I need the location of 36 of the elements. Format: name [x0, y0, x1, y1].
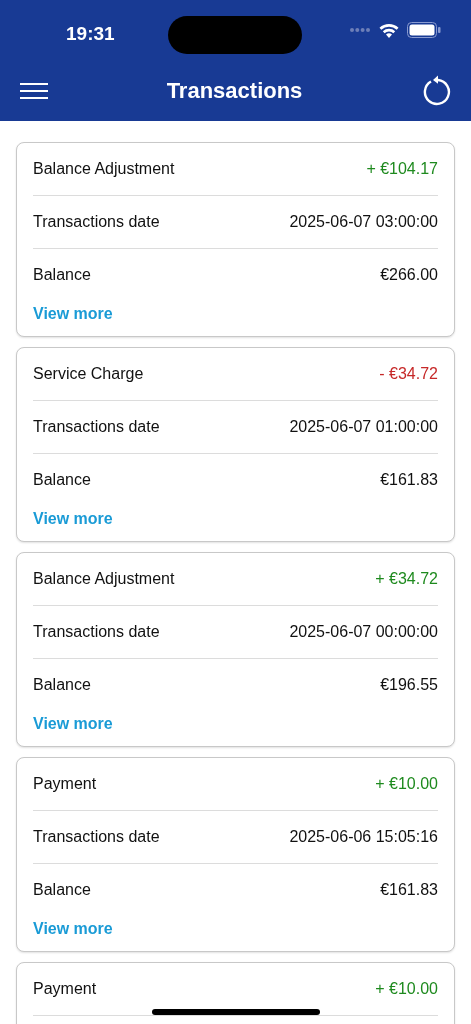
field-value: 2025-06-07 03:00:00 — [289, 212, 438, 232]
signal-icon — [349, 27, 371, 33]
field-value: 2025-06-06 15:05:16 — [289, 827, 438, 847]
field-label: Balance — [33, 264, 91, 285]
view-more-link[interactable]: View more — [33, 917, 113, 941]
field-value: €161.83 — [380, 879, 438, 900]
field-label: Transactions date — [33, 417, 160, 437]
status-time: 19:31 — [66, 21, 115, 46]
wifi-icon — [379, 22, 399, 38]
view-more-link[interactable]: View more — [33, 507, 113, 531]
refresh-button[interactable] — [421, 74, 451, 107]
page-title: Transactions — [166, 77, 303, 105]
transaction-amount: - €34.72 — [379, 364, 438, 384]
transaction-type: Service Charge — [33, 364, 144, 384]
transaction-type: Balance Adjustment — [33, 159, 175, 179]
field-value: 2025-06-07 01:00:00 — [289, 417, 438, 437]
field-label: Balance — [33, 879, 91, 900]
field-value: €161.83 — [380, 469, 438, 490]
transaction-type: Payment — [33, 979, 97, 999]
field-value: €266.00 — [380, 264, 438, 285]
transaction-type: Payment — [33, 774, 97, 794]
transaction-amount: + €34.72 — [375, 569, 438, 589]
transaction-amount: + €10.00 — [375, 774, 438, 794]
field-label: Balance — [33, 674, 91, 695]
field-label: Balance — [33, 469, 91, 490]
field-value: €196.55 — [380, 674, 438, 695]
transaction-amount: + €104.17 — [366, 159, 438, 179]
field-value: 2025-06-07 00:00:00 — [289, 622, 438, 642]
field-label: Transactions date — [33, 622, 160, 642]
transaction-type: Balance Adjustment — [33, 569, 175, 589]
view-more-link[interactable]: View more — [33, 302, 113, 326]
transaction-amount: + €10.00 — [375, 979, 438, 999]
battery-icon — [407, 22, 441, 38]
field-label: Transactions date — [33, 212, 160, 232]
view-more-link[interactable]: View more — [33, 712, 113, 736]
field-label: Transactions date — [33, 827, 160, 847]
